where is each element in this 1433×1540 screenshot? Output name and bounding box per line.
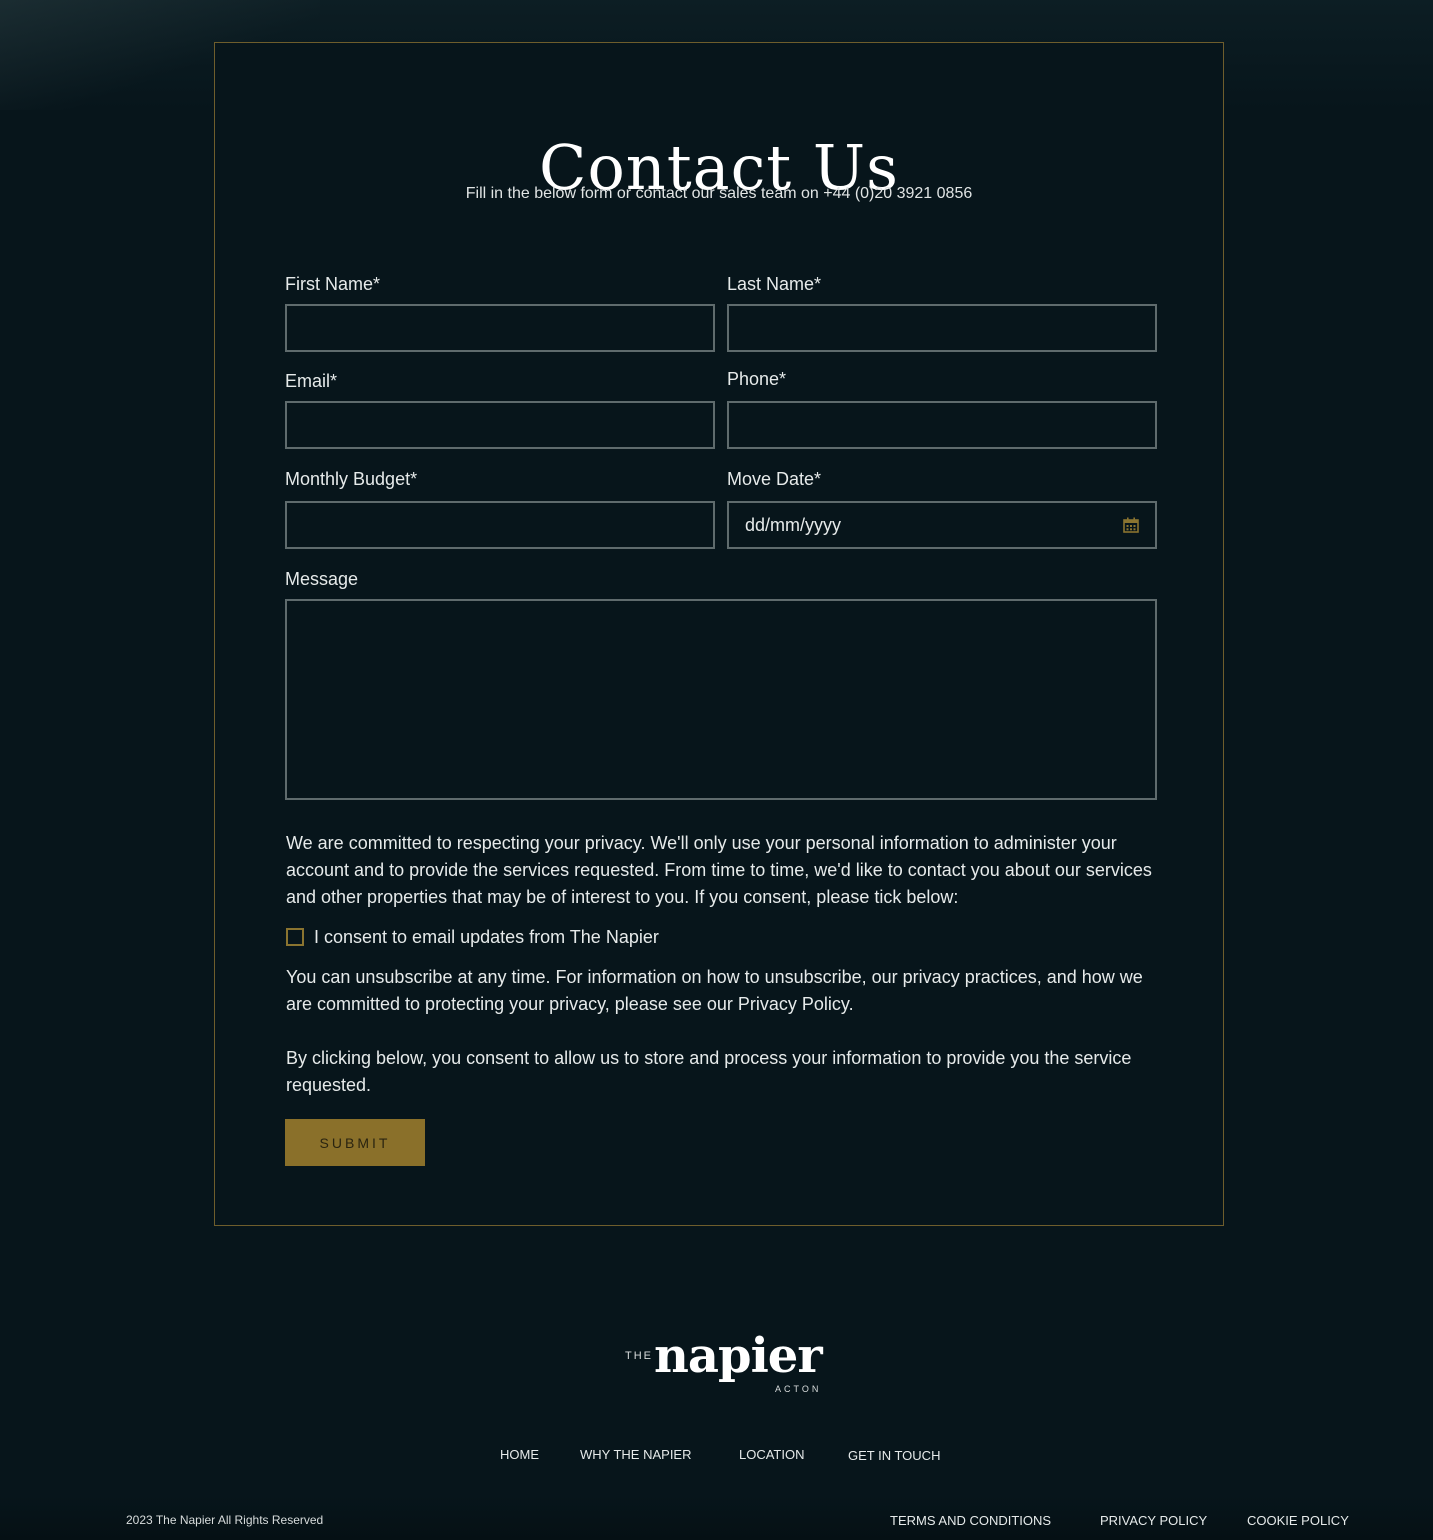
footer-logo[interactable]: THE napier ACTON	[620, 1328, 830, 1400]
email-field[interactable]	[285, 401, 715, 449]
first-name-field[interactable]	[285, 304, 715, 352]
unsubscribe-notice: You can unsubscribe at any time. For inf…	[286, 967, 1143, 1014]
logo-location-text: ACTON	[775, 1384, 822, 1394]
last-name-field[interactable]	[727, 304, 1157, 352]
consent-row: I consent to email updates from The Napi…	[286, 925, 659, 949]
privacy-statement: We are committed to respecting your priv…	[286, 833, 1152, 907]
message-label: Message	[285, 569, 359, 589]
move-date-placeholder: dd/mm/yyyy	[745, 515, 842, 535]
cookie-policy-link[interactable]: COOKIE POLICY	[1247, 1513, 1349, 1528]
consent-checkbox[interactable]	[286, 928, 304, 946]
logo-the-text: THE	[625, 1350, 653, 1362]
consent-label: I consent to email updates from The Napi…	[314, 926, 659, 947]
copyright-text: 2023 The Napier All Rights Reserved	[126, 1513, 324, 1527]
contact-form-card: Contact Us Fill in the below form or con…	[214, 42, 1224, 1226]
storage-consent-notice: By clicking below, you consent to allow …	[286, 1048, 1132, 1095]
calendar-icon[interactable]	[1123, 517, 1139, 533]
logo-name-text: napier	[654, 1328, 823, 1384]
footer-nav-location[interactable]: LOCATION	[739, 1447, 805, 1462]
email-label: Email*	[285, 371, 338, 391]
footer-nav-get-in-touch[interactable]: GET IN TOUCH	[848, 1448, 940, 1463]
submit-button[interactable]: SUBMIT	[285, 1119, 425, 1166]
message-field[interactable]	[285, 599, 1157, 800]
footer-nav-why-the-napier[interactable]: WHY THE NAPIER	[580, 1447, 691, 1462]
first-name-label: First Name*	[285, 274, 381, 294]
last-name-label: Last Name*	[727, 274, 822, 294]
privacy-policy-link[interactable]: PRIVACY POLICY	[1100, 1513, 1207, 1528]
page-subtitle: Fill in the below form or contact our sa…	[465, 185, 973, 202]
move-date-field[interactable]: dd/mm/yyyy	[727, 501, 1157, 549]
phone-field[interactable]	[727, 401, 1157, 449]
footer-nav-home[interactable]: HOME	[500, 1447, 539, 1462]
move-date-label: Move Date*	[727, 469, 822, 489]
monthly-budget-label: Monthly Budget*	[285, 469, 418, 489]
monthly-budget-field[interactable]	[285, 501, 715, 549]
terms-and-conditions-link[interactable]: TERMS AND CONDITIONS	[890, 1513, 1051, 1528]
phone-label: Phone*	[727, 369, 787, 389]
